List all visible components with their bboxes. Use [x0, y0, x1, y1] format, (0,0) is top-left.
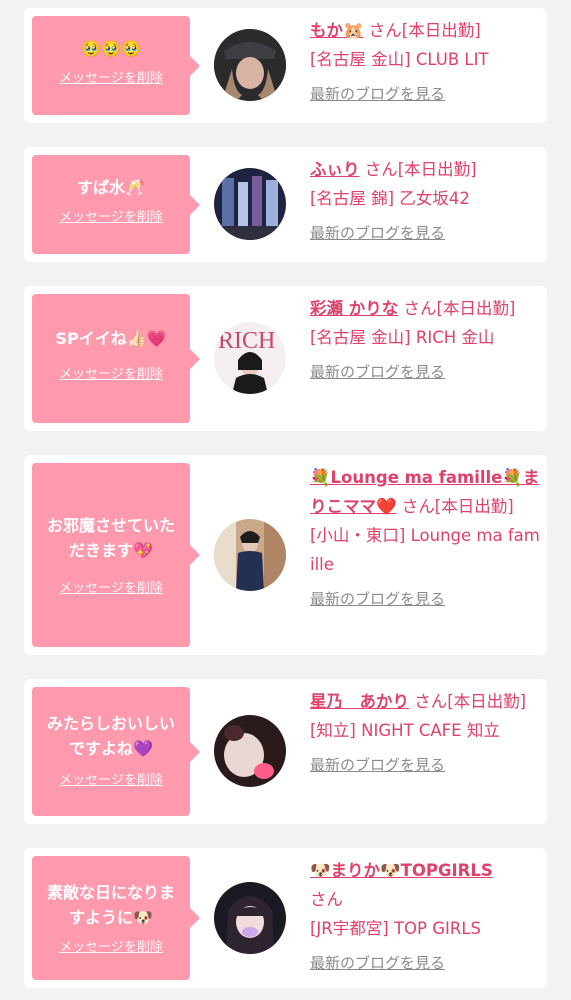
delete-message-link[interactable]: メッセージを削除 — [32, 769, 190, 788]
shop-label: [JR宇都宮] TOP GIRLS — [310, 919, 481, 938]
message-text: お邪魔させていただきます💖 — [46, 516, 175, 560]
honorific-label: さん — [359, 160, 398, 179]
message-card: SPイイね👍🏻💗 メッセージを削除 RICH 彩瀬 かりな さん[本日出勤] [… — [24, 286, 547, 431]
message-card: 素敵な日になりますように🐶 メッセージを削除 🐶まりか🐶TOPGIRLS さん … — [24, 848, 547, 988]
cast-info: 🐶まりか🐶TOPGIRLS さん [JR宇都宮] TOP GIRLS 最新のブロ… — [310, 856, 542, 978]
avatar[interactable] — [214, 168, 286, 240]
cast-name-link[interactable]: 星乃 あかり — [310, 692, 409, 711]
cast-name-link[interactable]: もか🐹 — [310, 21, 364, 40]
latest-blog-link[interactable]: 最新のブログを見る — [310, 949, 542, 978]
message-text: 素敵な日になりますように🐶 — [46, 883, 175, 927]
honorific-label: さん — [363, 21, 402, 40]
work-status: [本日出勤] — [401, 21, 481, 40]
avatar-photo — [214, 168, 286, 240]
delete-message-link[interactable]: メッセージを削除 — [32, 363, 190, 382]
cast-name-link[interactable]: 🐶まりか🐶TOPGIRLS — [310, 861, 493, 880]
shop-label: [知立] NIGHT CAFE 知立 — [310, 721, 500, 740]
message-bubble: 🥹🥹🥹 メッセージを削除 — [32, 16, 200, 115]
latest-blog-link[interactable]: 最新のブログを見る — [310, 751, 542, 780]
cast-info: もか🐹 さん[本日出勤] [名古屋 金山] CLUB LIT 最新のブログを見る — [310, 16, 542, 109]
honorific-label: さん — [398, 299, 437, 318]
avatar-photo — [214, 715, 286, 787]
avatar-photo — [214, 29, 286, 101]
message-bubble: すぱ水🥂 メッセージを削除 — [32, 155, 200, 254]
work-status: [本日出勤] — [436, 299, 516, 318]
message-card: 🥹🥹🥹 メッセージを削除 もか🐹 さん[本日出勤] [名古屋 金山] CLUB … — [24, 8, 547, 123]
message-bubble: SPイイね👍🏻💗 メッセージを削除 — [32, 294, 200, 423]
latest-blog-link[interactable]: 最新のブログを見る — [310, 219, 542, 248]
latest-blog-link[interactable]: 最新のブログを見る — [310, 358, 542, 387]
message-text: SPイイね👍🏻💗 — [55, 329, 167, 348]
message-list-page: 🥹🥹🥹 メッセージを削除 もか🐹 さん[本日出勤] [名古屋 金山] CLUB … — [0, 0, 571, 1000]
avatar[interactable] — [214, 519, 286, 591]
work-status: [本日出勤] — [397, 160, 477, 179]
message-card: みたらしおいしいですよね💜 メッセージを削除 星乃 あかり さん[本日出勤] [… — [24, 679, 547, 824]
message-text: すぱ水🥂 — [77, 178, 145, 197]
work-status: [本日出勤] — [434, 497, 514, 516]
avatar[interactable]: RICH — [214, 322, 286, 394]
cast-name-link[interactable]: ふぃり — [310, 160, 360, 179]
honorific-label: さん — [409, 692, 448, 711]
honorific-label: さん — [396, 497, 435, 516]
avatar[interactable] — [214, 715, 286, 787]
cast-info: ふぃり さん[本日出勤] [名古屋 錦] 乙女坂42 最新のブログを見る — [310, 155, 542, 248]
shop-label: [小山・東口] Lounge ma famille — [310, 526, 540, 574]
latest-blog-link[interactable]: 最新のブログを見る — [310, 585, 542, 614]
latest-blog-link[interactable]: 最新のブログを見る — [310, 80, 542, 109]
cast-name-link[interactable]: 彩瀬 かりな — [310, 299, 398, 318]
work-status: [本日出勤] — [447, 692, 527, 711]
shop-label: [名古屋 金山] RICH 金山 — [310, 328, 495, 347]
message-bubble: お邪魔させていただきます💖 メッセージを削除 — [32, 463, 200, 647]
shop-label: [名古屋 錦] 乙女坂42 — [310, 189, 470, 208]
delete-message-link[interactable]: メッセージを削除 — [32, 206, 190, 225]
honorific-label: さん — [310, 890, 343, 909]
message-text: 🥹🥹🥹 — [81, 39, 141, 58]
cast-info: 💐Lounge ma famille💐まりこママ❤️ さん[本日出勤] [小山・… — [310, 463, 542, 614]
avatar[interactable] — [214, 29, 286, 101]
cast-info: 彩瀬 かりな さん[本日出勤] [名古屋 金山] RICH 金山 最新のブログを… — [310, 294, 542, 387]
message-bubble: 素敵な日になりますように🐶 メッセージを削除 — [32, 856, 200, 980]
avatar-photo — [214, 882, 286, 954]
message-card: お邪魔させていただきます💖 メッセージを削除 💐Lounge ma famill… — [24, 455, 547, 655]
message-text: みたらしおいしいですよね💜 — [46, 714, 175, 758]
message-card: すぱ水🥂 メッセージを削除 ふぃり さん[本日出勤] [名古屋 錦] 乙女坂42… — [24, 147, 547, 262]
avatar-photo: RICH — [214, 322, 286, 394]
shop-label: [名古屋 金山] CLUB LIT — [310, 50, 489, 69]
svg-text:RICH: RICH — [218, 328, 275, 354]
avatar-photo — [214, 519, 286, 591]
avatar[interactable] — [214, 882, 286, 954]
cast-info: 星乃 あかり さん[本日出勤] [知立] NIGHT CAFE 知立 最新のブロ… — [310, 687, 542, 780]
message-bubble: みたらしおいしいですよね💜 メッセージを削除 — [32, 687, 200, 816]
delete-message-link[interactable]: メッセージを削除 — [32, 936, 190, 955]
delete-message-link[interactable]: メッセージを削除 — [32, 577, 190, 596]
delete-message-link[interactable]: メッセージを削除 — [32, 67, 190, 86]
